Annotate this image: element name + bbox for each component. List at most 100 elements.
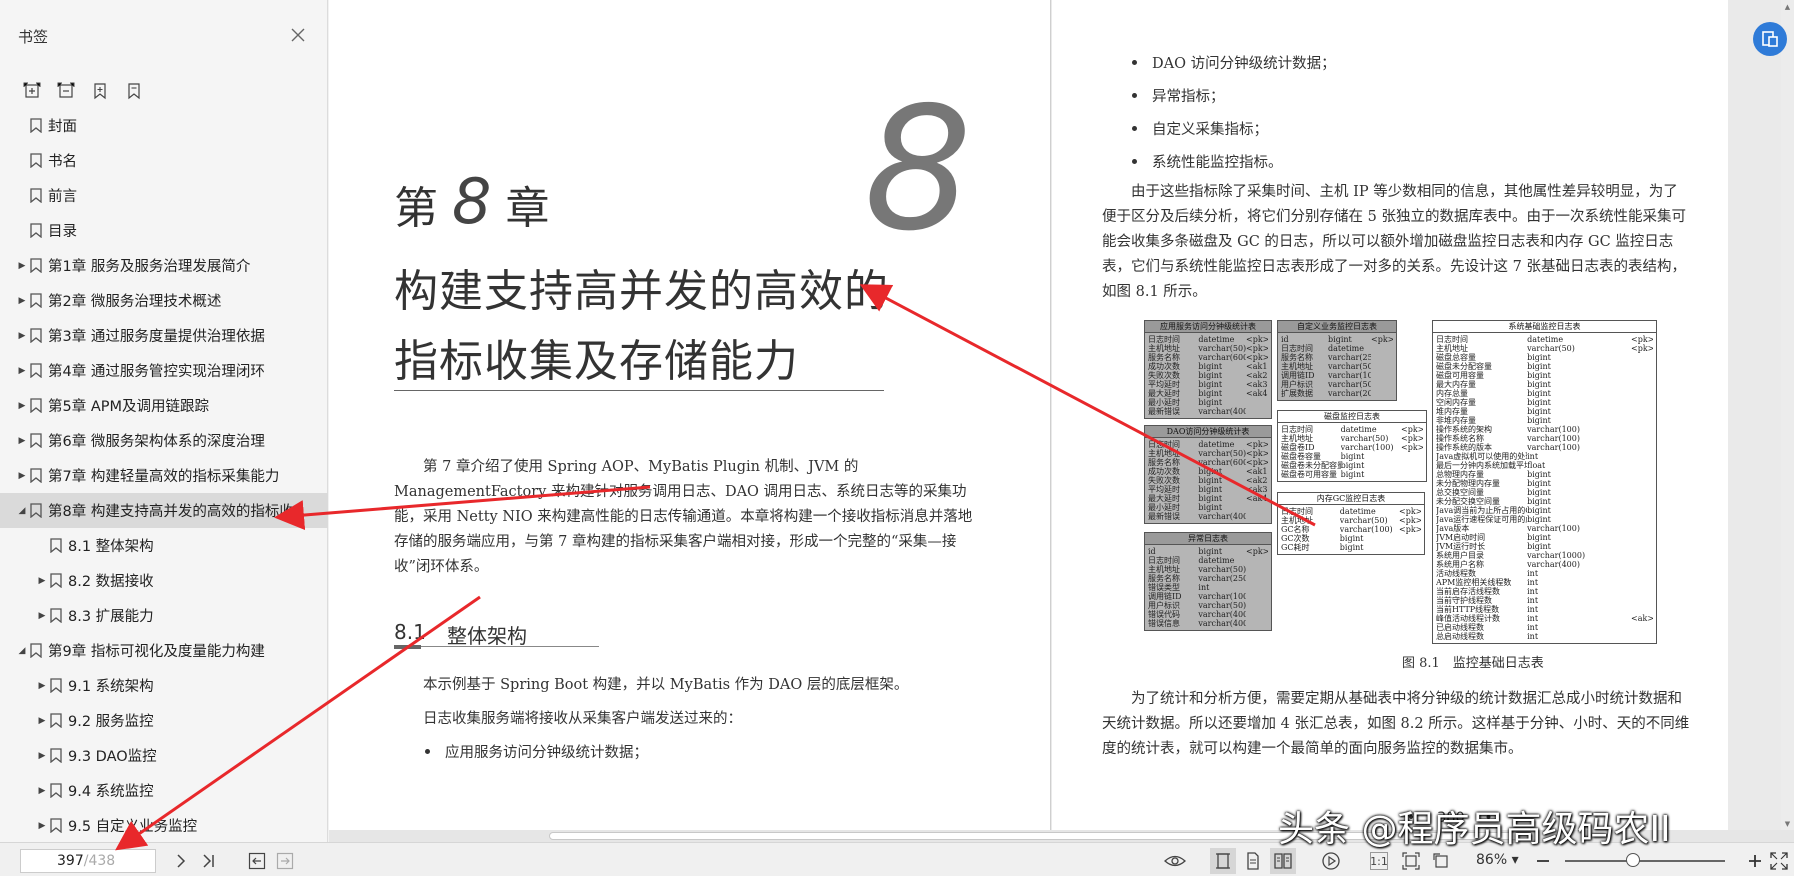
sidebar-item[interactable]: ▶ 第5章 APM及调用链跟踪	[0, 388, 328, 423]
sidebar-item[interactable]: ▶ 第2章 微服务治理技术概述	[0, 283, 328, 318]
db-table-cell	[1371, 353, 1393, 362]
db-table-cell	[1246, 619, 1268, 628]
zoom-in-icon[interactable]	[1742, 848, 1768, 874]
rotate-icon[interactable]	[1428, 848, 1454, 874]
bookmark-tree: 封面 书名 前言 目录 ▶ 第1章 服务及服务治理发展简介 ▶ 第2章 微服务治理技术概述 ▶ 第…	[0, 108, 328, 843]
play-icon[interactable]	[1318, 848, 1344, 874]
db-table-cell: bigint	[1340, 461, 1365, 470]
next-page-icon[interactable]	[168, 848, 194, 874]
expand-arrow-icon[interactable]: ▶	[17, 436, 27, 446]
back-icon[interactable]	[244, 848, 270, 874]
expand-arrow-icon[interactable]: ▶	[17, 366, 27, 376]
db-table-cell: 主机地址	[1436, 344, 1468, 353]
zoom-out-icon[interactable]	[1530, 848, 1556, 874]
db-table-cell: datetime	[1198, 335, 1235, 344]
expand-arrow-icon[interactable]: ▶	[17, 331, 27, 341]
page-number-input[interactable]: 397/438	[20, 849, 156, 873]
expand-arrow-icon[interactable]: ▶	[17, 401, 27, 411]
sidebar-item[interactable]: ▶ 第6章 微服务架构体系的深度治理	[0, 423, 328, 458]
sidebar-item[interactable]: ▶ 第1章 服务及服务治理发展简介	[0, 248, 328, 283]
expand-all-icon[interactable]	[18, 77, 46, 105]
actual-size-button[interactable]: 1:1	[1370, 852, 1388, 870]
zoom-level[interactable]: 86% ▾	[1476, 852, 1519, 868]
sidebar-item[interactable]: ▶ 第7章 构建轻量高效的指标采集能力	[0, 458, 328, 493]
collapse-all-icon[interactable]	[52, 77, 80, 105]
eye-protection-icon[interactable]	[1162, 848, 1188, 874]
sidebar-item[interactable]: ◢ 第8章 构建支持高并发的高效的指标收	[0, 493, 328, 528]
sidebar-item-label: 第9章 指标可视化及度量能力构建	[48, 644, 265, 660]
sidebar-item[interactable]: ▶ 8.2 数据接收	[0, 563, 328, 598]
zoom-slider-handle[interactable]	[1625, 853, 1640, 867]
sidebar-item[interactable]: ▶ 9.5 自定义业务监控	[0, 808, 328, 843]
db-table-cell: varchar(100)	[1340, 443, 1394, 452]
expand-arrow-icon[interactable]: ▶	[17, 261, 27, 271]
sidebar-item[interactable]: 前言	[0, 178, 328, 213]
sidebar-item[interactable]: ▶ 9.2 服务监控	[0, 703, 328, 738]
db-table-cell: varchar(600)	[1198, 353, 1246, 362]
expand-arrow-icon[interactable]: ▶	[17, 471, 27, 481]
sidebar-item[interactable]: ▶ 8.3 扩展能力	[0, 598, 328, 633]
sidebar-item[interactable]: ▶ 第4章 通过服务管控实现治理闭环	[0, 353, 328, 388]
db-table-row: Java运行速程保证可用的虚拟内存大小bigint	[1436, 515, 1653, 524]
close-icon[interactable]	[288, 25, 308, 45]
scroll-up-icon[interactable]: ▲	[1781, 0, 1794, 13]
db-table-cell: Java版本	[1436, 524, 1470, 533]
db-table-cell: 日志时间	[1148, 440, 1180, 449]
document-view[interactable]: 8 第 8 章 构建支持高并发的高效的 指标收集及存储能力 第 7 章介绍了使用…	[329, 0, 1794, 842]
scroll-down-icon[interactable]: ▼	[1781, 817, 1794, 830]
vertical-scrollbar[interactable]	[1781, 0, 1794, 830]
db-table-cell: varchar(50)	[1198, 344, 1246, 353]
single-page-view-icon[interactable]	[1210, 848, 1236, 874]
last-page-icon[interactable]	[196, 848, 222, 874]
expand-arrow-icon[interactable]: ▶	[37, 786, 47, 796]
db-table-cell: 失败次数	[1148, 476, 1180, 485]
expand-arrow-icon[interactable]: ▶	[37, 611, 47, 621]
zoom-slider[interactable]	[1565, 860, 1725, 862]
db-table-cell	[1631, 488, 1653, 497]
add-bookmark-icon[interactable]	[86, 77, 114, 105]
sidebar-item[interactable]: ◢ 第9章 指标可视化及度量能力构建	[0, 633, 328, 668]
sidebar-item[interactable]: 书名	[0, 143, 328, 178]
db-table-cell: <pk>	[1401, 425, 1423, 434]
sidebar-item[interactable]: ▶ 9.4 系统监控	[0, 773, 328, 808]
fit-page-icon[interactable]	[1398, 848, 1424, 874]
db-table-cell: bigint	[1527, 416, 1551, 425]
collapse-arrow-icon[interactable]: ◢	[17, 646, 27, 656]
db-table-cell	[1631, 632, 1653, 641]
fullscreen-icon[interactable]	[1766, 848, 1792, 874]
sidebar-item[interactable]: 封面	[0, 108, 328, 143]
collapse-arrow-icon[interactable]: ◢	[17, 506, 27, 516]
floating-tool-button[interactable]	[1753, 22, 1787, 56]
bookmark-icon	[30, 293, 42, 308]
db-table-cell: GC耗时	[1281, 543, 1310, 552]
expand-arrow-icon[interactable]: ▶	[17, 296, 27, 306]
db-table-cell: 堆内存量	[1436, 407, 1468, 416]
expand-arrow-icon[interactable]: ▶	[37, 821, 47, 831]
db-table-cell: int	[1527, 632, 1539, 641]
continuous-view-icon[interactable]	[1240, 848, 1266, 874]
forward-icon[interactable]	[272, 848, 298, 874]
db-table-cell	[1631, 560, 1653, 569]
db-table-title: 异常日志表	[1145, 533, 1271, 545]
expand-arrow-icon[interactable]: ▶	[37, 576, 47, 586]
horizontal-scroll-thumb[interactable]	[549, 832, 1529, 840]
db-table-cell: 磁盘卷容量	[1281, 452, 1321, 461]
sidebar-item[interactable]: 目录	[0, 213, 328, 248]
expand-arrow-icon[interactable]: ▶	[37, 751, 47, 761]
sidebar-item[interactable]: ▶ 9.3 DAO监控	[0, 738, 328, 773]
sidebar-item[interactable]: ▶ 第3章 通过服务度量提供治理依据	[0, 318, 328, 353]
db-table-cell	[1246, 512, 1268, 521]
db-table-cell: bigint	[1527, 398, 1551, 407]
sidebar-item[interactable]: ▶ 9.1 系统架构	[0, 668, 328, 703]
expand-arrow-icon[interactable]: ▶	[37, 681, 47, 691]
expand-arrow-icon[interactable]: ▶	[37, 716, 47, 726]
dual-page-view-icon[interactable]	[1270, 848, 1296, 874]
db-table-row: 最新错误 varchar(400)	[1148, 407, 1268, 416]
bookmark-icon[interactable]	[120, 77, 148, 105]
db-table-row: 磁盘可用容量 bigint	[1436, 371, 1653, 380]
bookmark-icon	[30, 223, 42, 238]
db-table-cell: varchar(100)	[1198, 592, 1246, 601]
sidebar-item[interactable]: 8.1 整体架构	[0, 528, 328, 563]
db-table-cell	[1246, 592, 1268, 601]
db-table-cell: 系统用户目录	[1436, 551, 1484, 560]
